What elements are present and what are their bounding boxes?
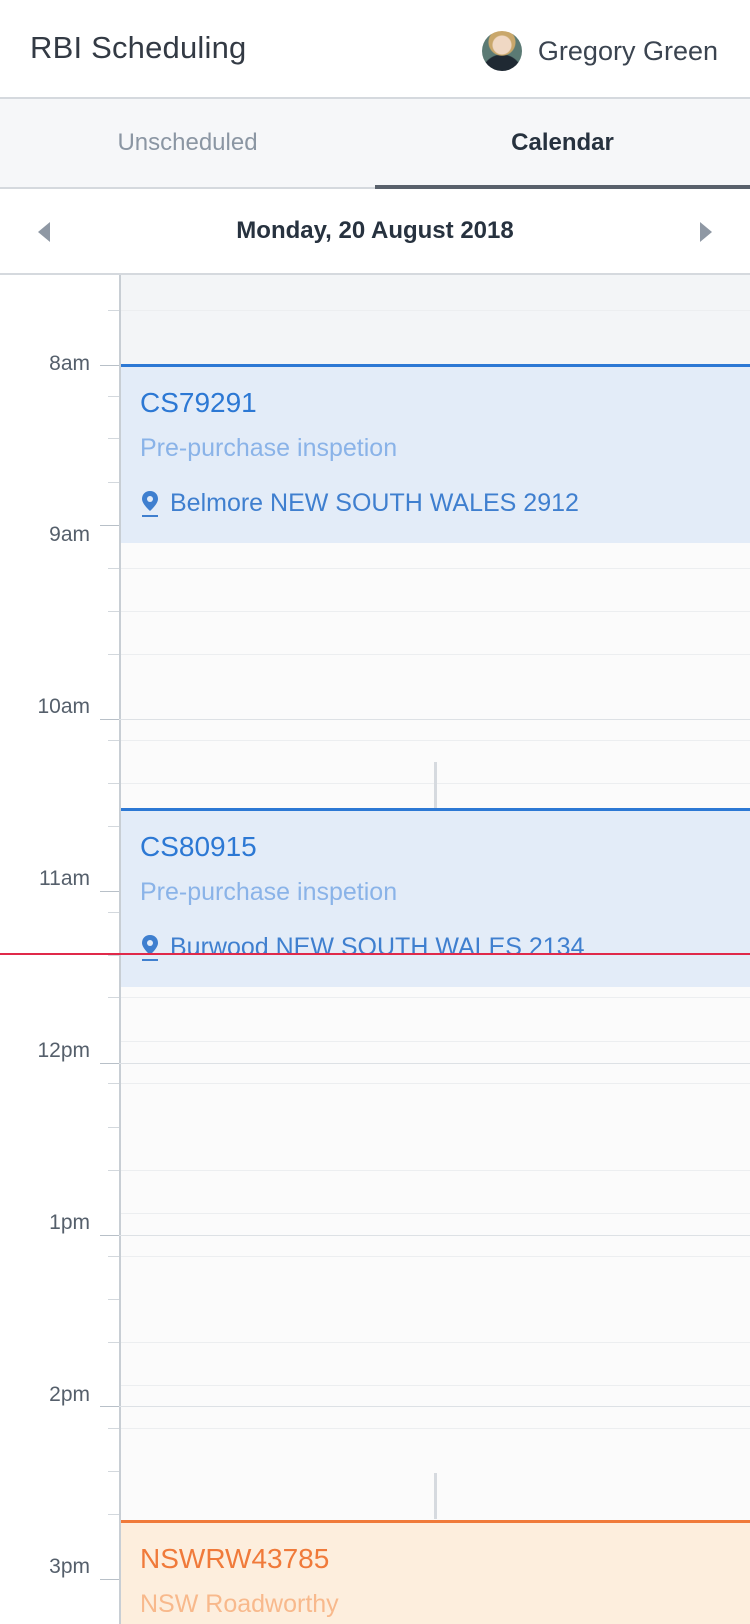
appointment-location: Burwood NEW SOUTH WALES 2134 xyxy=(140,933,585,962)
time-tick xyxy=(108,482,119,483)
hour-label: 12pm xyxy=(37,1039,90,1062)
hour-label: 1pm xyxy=(49,1211,90,1234)
hour-line-10am xyxy=(119,719,750,720)
map-pin-icon xyxy=(142,490,158,517)
time-tick xyxy=(100,365,119,366)
grid-line xyxy=(121,1385,750,1386)
hour-line-2pm xyxy=(119,1406,750,1407)
time-tick xyxy=(100,1579,119,1580)
time-tick xyxy=(100,719,119,720)
time-tick xyxy=(108,740,119,741)
appointment-location-text: Belmore NEW SOUTH WALES 2912 xyxy=(170,489,579,517)
grid-line xyxy=(121,654,750,655)
grid-line xyxy=(121,611,750,612)
time-tick xyxy=(100,1406,119,1407)
app-header: RBI Scheduling Gregory Green xyxy=(0,0,750,99)
tab-calendar[interactable]: Calendar xyxy=(375,99,750,187)
user-name[interactable]: Gregory Green xyxy=(538,36,718,67)
appointment-card[interactable]: CS80915 Pre-purchase inspetion Burwood N… xyxy=(121,808,750,987)
appointment-card[interactable]: NSWRW43785 NSW Roadworthy xyxy=(121,1520,750,1624)
time-tick xyxy=(108,1428,119,1429)
grid-line xyxy=(121,1170,750,1171)
early-hours-shade xyxy=(121,275,750,365)
time-tick xyxy=(108,826,119,827)
appointment-id: NSWRW43785 xyxy=(140,1543,330,1574)
tab-unscheduled[interactable]: Unscheduled xyxy=(0,99,375,187)
grid-line xyxy=(121,1083,750,1084)
hour-label: 11am xyxy=(39,867,90,890)
time-tick xyxy=(108,1342,119,1343)
time-tick xyxy=(100,1235,119,1236)
hour-label: 8am xyxy=(49,352,90,375)
grid-line xyxy=(121,740,750,741)
time-tick xyxy=(108,997,119,998)
time-tick xyxy=(108,438,119,439)
time-gutter xyxy=(0,275,119,1624)
event-drag-handle[interactable] xyxy=(434,1473,437,1519)
time-tick xyxy=(108,1083,119,1084)
appointment-location: Belmore NEW SOUTH WALES 2912 xyxy=(140,489,579,518)
grid-line xyxy=(121,997,750,998)
grid-line xyxy=(121,568,750,569)
grid-line xyxy=(121,1041,750,1042)
date-navigation: Monday, 20 August 2018 xyxy=(0,189,750,275)
hour-label: 9am xyxy=(49,523,90,546)
time-tick xyxy=(108,1127,119,1128)
map-pin-icon xyxy=(142,934,158,961)
hour-label: 3pm xyxy=(49,1555,90,1578)
time-tick xyxy=(108,568,119,569)
hour-line-12pm xyxy=(119,1063,750,1064)
grid-line xyxy=(121,310,750,311)
time-tick xyxy=(108,912,119,913)
time-tick xyxy=(108,654,119,655)
app-title: RBI Scheduling xyxy=(30,30,247,65)
time-tick xyxy=(100,891,119,892)
current-date-label: Monday, 20 August 2018 xyxy=(236,217,514,244)
time-tick xyxy=(108,611,119,612)
time-tick xyxy=(100,1063,119,1064)
current-time-indicator xyxy=(0,953,750,955)
calendar-day-grid[interactable]: 8am 9am 10am 11am 12pm 1pm 2pm 3pm CS792… xyxy=(0,275,750,1624)
appointment-card[interactable]: CS79291 Pre-purchase inspetion Belmore N… xyxy=(121,364,750,543)
time-tick xyxy=(100,525,119,526)
user-avatar-icon[interactable] xyxy=(481,31,522,71)
appointment-type: Pre-purchase inspetion xyxy=(140,878,398,906)
event-drag-handle[interactable] xyxy=(434,762,437,808)
user-menu[interactable]: Gregory Green xyxy=(481,30,718,72)
time-tick xyxy=(108,783,119,784)
time-tick xyxy=(108,1170,119,1171)
time-tick xyxy=(108,310,119,311)
caret-right-icon[interactable] xyxy=(700,222,712,242)
grid-line xyxy=(121,1342,750,1343)
appointment-id: CS80915 xyxy=(140,831,257,862)
hour-label: 10am xyxy=(37,695,90,718)
appointment-type: Pre-purchase inspetion xyxy=(140,434,398,462)
grid-line xyxy=(121,1256,750,1257)
time-tick xyxy=(108,396,119,397)
time-tick xyxy=(108,955,119,956)
appointment-id: CS79291 xyxy=(140,387,257,418)
hour-label: 2pm xyxy=(49,1383,90,1406)
time-tick xyxy=(108,1471,119,1472)
appointment-location-text: Burwood NEW SOUTH WALES 2134 xyxy=(170,933,585,961)
grid-line xyxy=(121,1213,750,1214)
appointment-type: NSW Roadworthy xyxy=(140,1590,339,1618)
time-tick xyxy=(108,1299,119,1300)
view-tabs: Unscheduled Calendar xyxy=(0,99,750,189)
time-tick xyxy=(108,1514,119,1515)
time-tick xyxy=(108,1256,119,1257)
grid-line xyxy=(121,1428,750,1429)
hour-line-1pm xyxy=(119,1235,750,1236)
